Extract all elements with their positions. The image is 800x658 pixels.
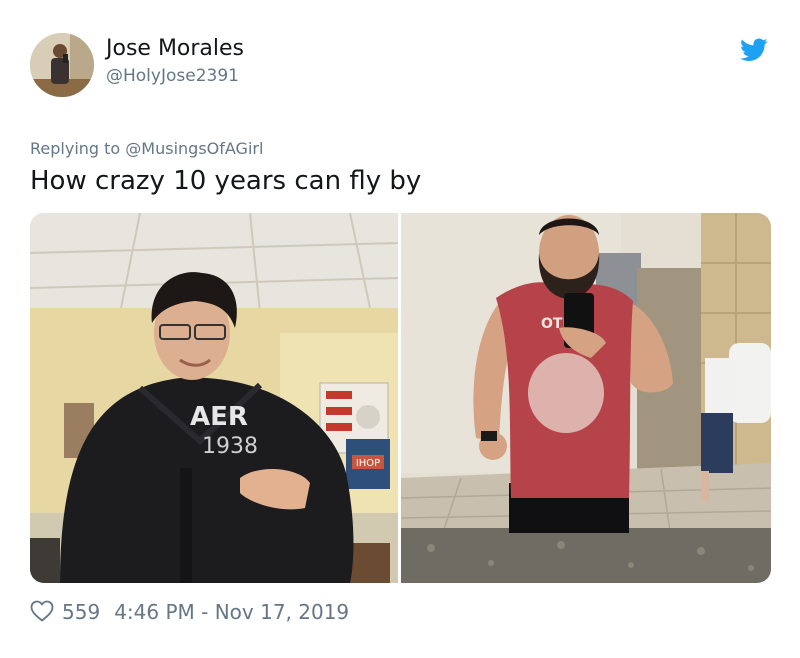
reply-prefix: Replying to <box>30 139 121 158</box>
author-display-name[interactable]: Jose Morales <box>106 36 244 61</box>
tweet-photo-before[interactable]: IHOP AER 1938 <box>30 213 398 583</box>
twitter-bird-icon[interactable] <box>740 38 768 62</box>
tweet-timestamp[interactable]: 4:46 PM - Nov 17, 2019 <box>114 600 349 624</box>
author-handle[interactable]: @HolyJose2391 <box>106 66 239 86</box>
shirt-number-text: 1938 <box>202 434 258 459</box>
heart-outline-icon[interactable] <box>30 600 56 624</box>
ihop-sign-text: IHOP <box>356 458 380 469</box>
like-count[interactable]: 559 <box>62 600 100 624</box>
tweet-footer: 559 4:46 PM - Nov 17, 2019 <box>30 598 349 626</box>
tweet-photo-after[interactable]: OTI <box>401 213 771 583</box>
shirt-print-text: AER <box>190 402 248 432</box>
reply-context: Replying to @MusingsOfAGirl <box>30 139 263 158</box>
avatar-photo <box>30 33 94 97</box>
reply-mention-link[interactable]: @MusingsOfAGirl <box>125 139 263 158</box>
tweet-text: How crazy 10 years can fly by <box>30 166 422 196</box>
avatar[interactable] <box>30 33 94 97</box>
